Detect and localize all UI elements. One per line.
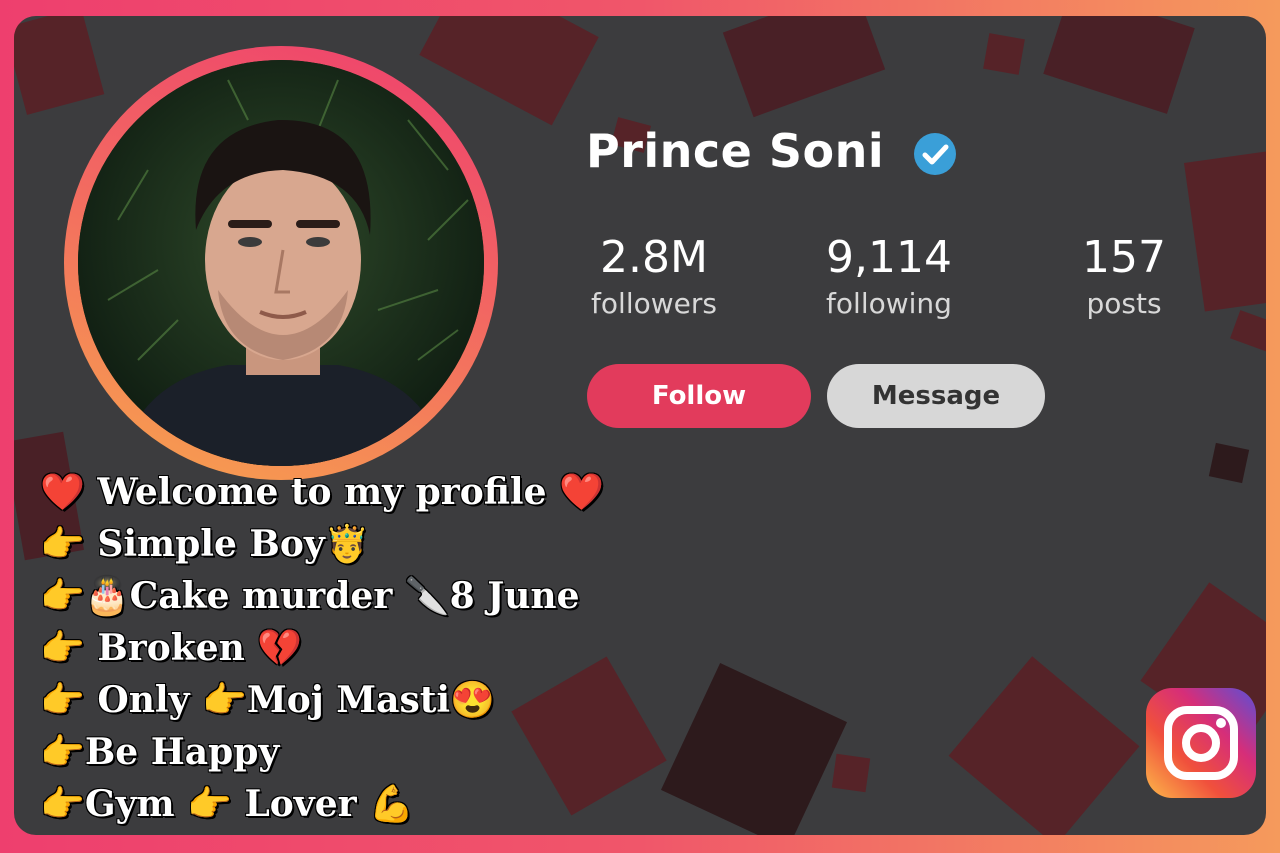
follow-button[interactable]: Follow bbox=[587, 364, 811, 428]
bg-shape bbox=[831, 753, 871, 793]
following-count: 9,114 bbox=[826, 232, 952, 283]
bg-shape bbox=[983, 33, 1025, 75]
following-label: following bbox=[826, 287, 952, 320]
bg-shape bbox=[660, 662, 848, 835]
bio-line: 👉 Broken 💔 bbox=[40, 627, 303, 669]
instagram-logo-icon[interactable] bbox=[1144, 686, 1258, 800]
bg-shape bbox=[1208, 442, 1250, 484]
bio-line: 👉🎂Cake murder 🔪8 June bbox=[40, 575, 580, 617]
bg-shape bbox=[1230, 310, 1266, 352]
posts-count: 157 bbox=[1082, 232, 1166, 283]
bio-line: 👉Gym 👉 Lover 💪 bbox=[40, 783, 414, 825]
followers-label: followers bbox=[591, 287, 717, 320]
bio-line: 👉Be Happy bbox=[40, 731, 280, 773]
stat-followers[interactable]: 2.8M followers bbox=[574, 232, 734, 320]
avatar-ring[interactable] bbox=[64, 46, 498, 480]
followers-count: 2.8M bbox=[600, 232, 708, 283]
stat-posts[interactable]: 157 posts bbox=[1049, 232, 1199, 320]
stat-following[interactable]: 9,114 following bbox=[809, 232, 969, 320]
bg-shape bbox=[722, 16, 886, 118]
bg-shape bbox=[419, 16, 599, 126]
bio-line: ❤️ Welcome to my profile ❤️ bbox=[40, 471, 604, 513]
bg-shape bbox=[14, 16, 105, 115]
posts-label: posts bbox=[1086, 287, 1162, 320]
bio-line: 👉 Simple Boy🤴 bbox=[40, 523, 370, 565]
bg-shape bbox=[948, 656, 1140, 835]
profile-name: Prince Soni bbox=[586, 124, 885, 178]
bio: ❤️ Welcome to my profile ❤️ 👉 Simple Boy… bbox=[40, 466, 604, 830]
profile-card: Prince Soni 2.8M followers 9,114 followi… bbox=[14, 16, 1266, 835]
verified-badge-icon bbox=[914, 133, 956, 175]
avatar-image bbox=[78, 60, 484, 466]
bg-shape bbox=[1043, 16, 1195, 114]
bio-line: 👉 Only 👉Moj Masti😍 bbox=[40, 679, 495, 721]
avatar bbox=[78, 60, 484, 466]
message-button[interactable]: Message bbox=[827, 364, 1045, 428]
